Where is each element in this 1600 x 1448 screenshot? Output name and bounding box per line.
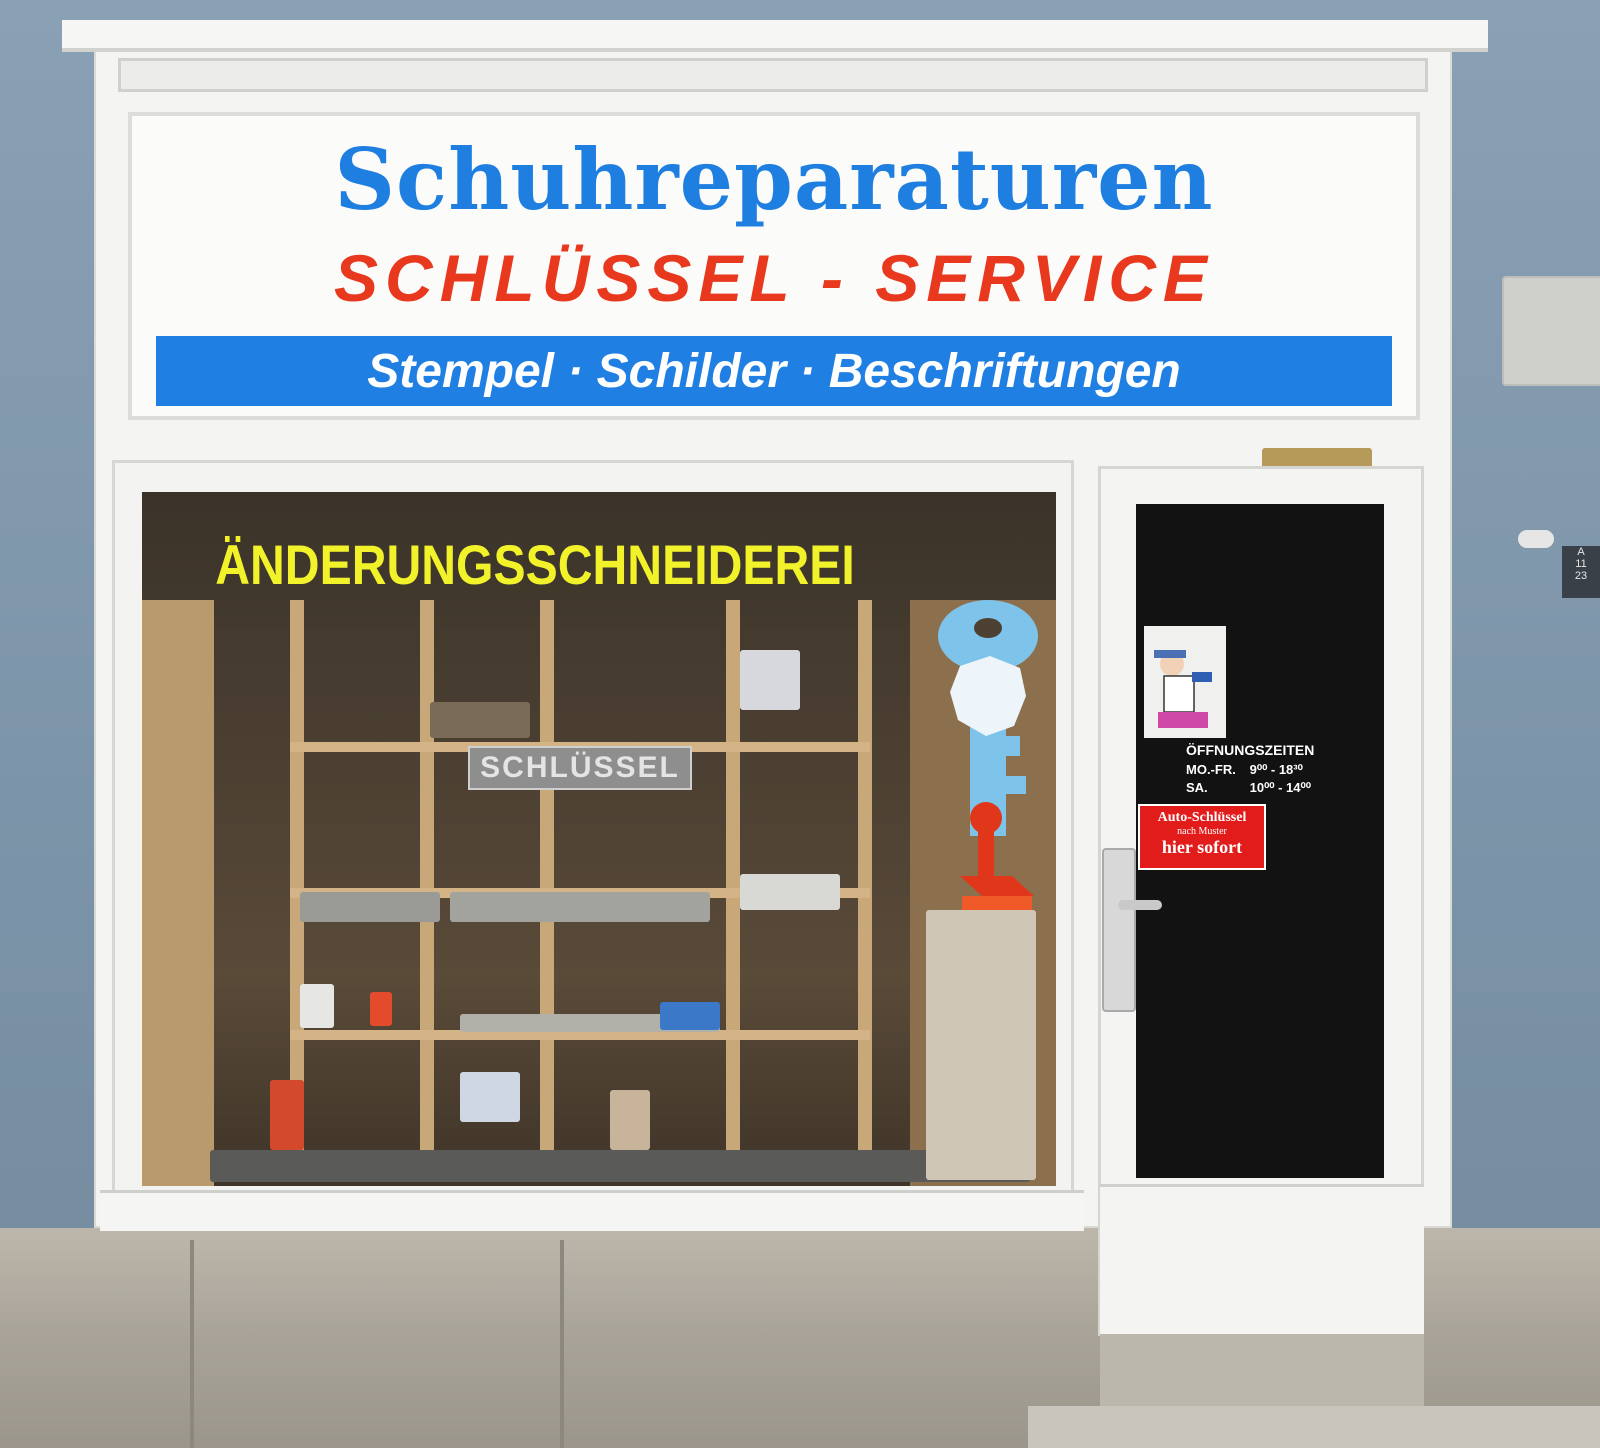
door-kick-panel [1100, 1184, 1424, 1337]
door-handle-plate[interactable] [1102, 848, 1136, 1012]
key-machine [740, 874, 840, 910]
sign-title: Schuhreparaturen [334, 130, 1214, 229]
product-box [740, 650, 800, 710]
shoe [430, 702, 530, 738]
hours-time: 10⁰⁰ - 14⁰⁰ [1249, 780, 1311, 795]
product-box [460, 1072, 520, 1122]
side-panel [142, 600, 214, 1186]
product-box [300, 984, 334, 1028]
window-sill [100, 1190, 1084, 1231]
hours-days: MO.-FR. [1186, 762, 1236, 777]
wall-junction-box [1502, 276, 1600, 386]
product-bottle [370, 992, 392, 1026]
car-key-sign-line3: hier sofort [1161, 837, 1243, 857]
padlock [660, 1002, 720, 1030]
car-key-sign: Auto-Schlüssel nach Muster hier sofort [1138, 804, 1266, 870]
car-key-sign-line2: nach Muster [1177, 826, 1227, 837]
wall-lamp [1518, 530, 1554, 548]
stamp-decal [960, 802, 1034, 910]
sign-subtitle: SCHLÜSSEL - SERVICE [334, 241, 1214, 315]
cobbler-poster [1144, 626, 1226, 738]
house-number-letter: A [1577, 546, 1585, 558]
house-number: 23 [1574, 570, 1588, 582]
hours-days: SA. [1186, 780, 1208, 795]
door-handle[interactable] [1118, 900, 1162, 910]
stone-joint [560, 1240, 564, 1448]
house-number-code: 11 [1575, 558, 1587, 570]
pavement-step [1028, 1406, 1600, 1448]
stone-joint [190, 1240, 194, 1448]
key-rack-sign: SCHLÜSSEL [468, 746, 692, 790]
opening-hours-title: ÖFFNUNGSZEITEN [1186, 742, 1315, 758]
product-box [610, 1090, 650, 1150]
cornice-molding [118, 58, 1428, 92]
hours-time: 9⁰⁰ - 18³⁰ [1249, 762, 1303, 777]
window-display-items [210, 1150, 1030, 1182]
sign-band-text: Stempel · Schilder · Beschriftungen [367, 345, 1181, 398]
opening-hours-row: SA. 10⁰⁰ - 14⁰⁰ [1186, 780, 1311, 796]
key-blanks [450, 892, 710, 922]
key-blanks [300, 892, 440, 922]
car-key-sign-line1: Auto-Schlüssel [1157, 810, 1247, 825]
nameplate-board [926, 910, 1036, 1180]
window-lettering: ÄNDERUNGSSCHNEIDEREI [215, 533, 855, 596]
cornice [62, 20, 1488, 52]
house-number-plate: A 11 23 [1562, 546, 1600, 598]
opening-hours-row: MO.-FR. 9⁰⁰ - 18³⁰ [1186, 762, 1303, 778]
product-card [270, 1080, 304, 1150]
doorstep [1100, 1334, 1424, 1406]
